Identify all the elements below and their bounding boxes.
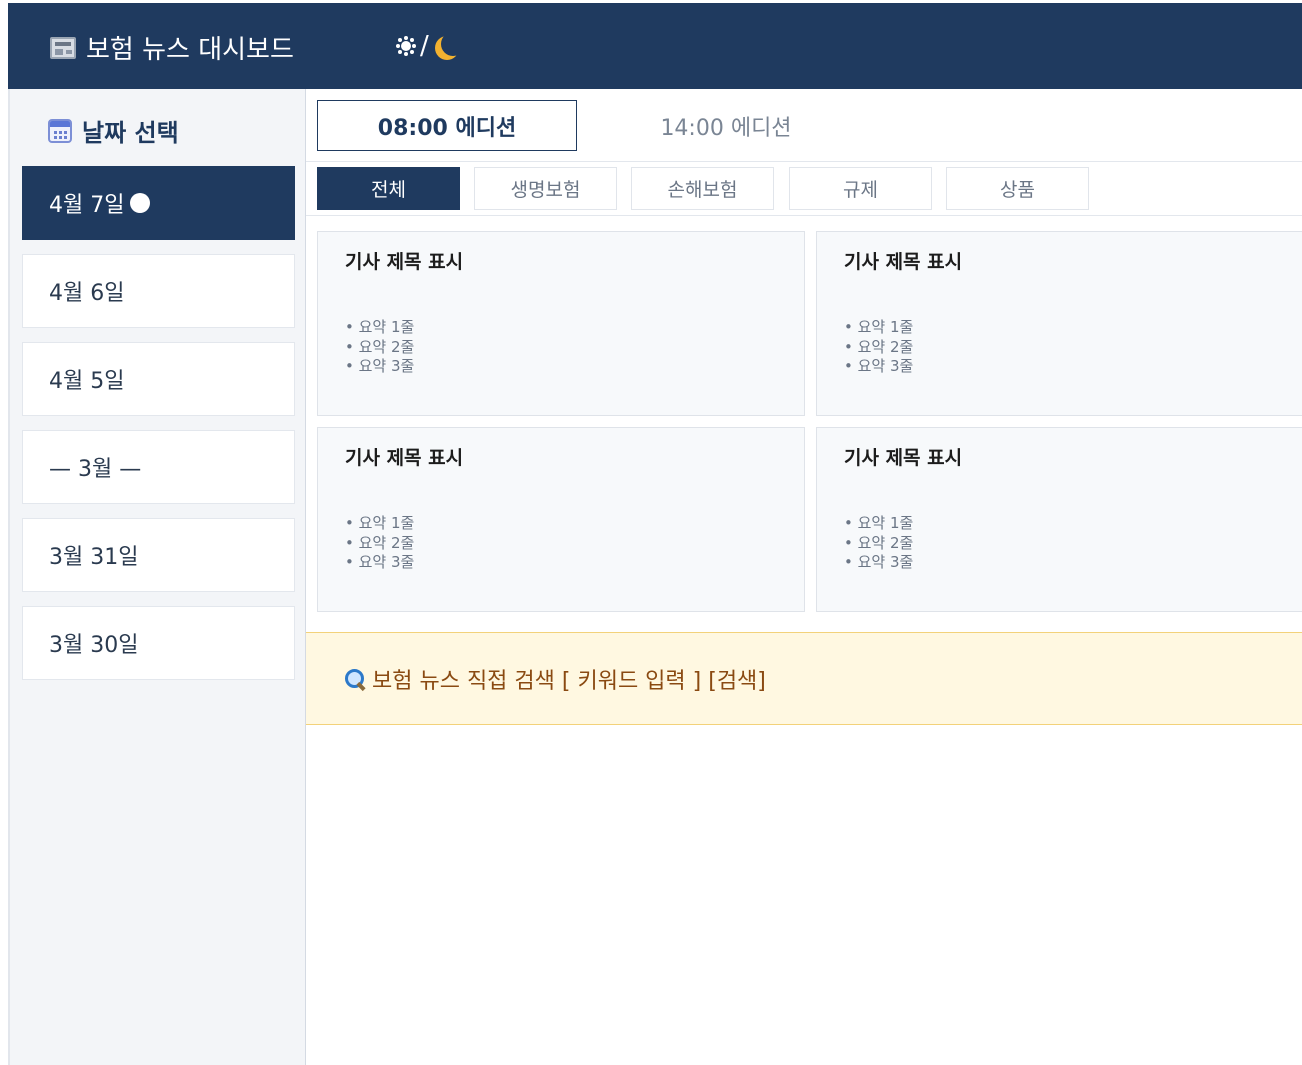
date-item-label: 3월 31일 bbox=[49, 545, 139, 570]
summary-line: • 요약 2줄 bbox=[345, 337, 415, 356]
summary-line: • 요약 2줄 bbox=[844, 337, 914, 356]
date-item-apr-6[interactable]: 4월 6일 bbox=[22, 254, 295, 328]
search-icon bbox=[344, 668, 366, 690]
date-item-label: 4월 7일 bbox=[49, 193, 125, 218]
summary-line: • 요약 3줄 bbox=[345, 553, 415, 571]
calendar-icon bbox=[48, 118, 72, 143]
date-item-label: 4월 6일 bbox=[49, 281, 125, 306]
search-bar[interactable]: 보험 뉴스 직접 검색 [ 키워드 입력 ] [검색] bbox=[306, 632, 1302, 725]
edition-1400-button[interactable]: 14:00 에디션 bbox=[596, 100, 856, 151]
sidebar-title: 날짜 선택 bbox=[82, 119, 179, 147]
news-card-title: 기사 제목 표시 bbox=[345, 251, 464, 273]
news-card[interactable]: 기사 제목 표시 • 요약 1줄 • 요약 2줄 • 요약 3줄 bbox=[816, 427, 1302, 612]
tab-non-life-insurance[interactable]: 손해보험 bbox=[631, 167, 774, 210]
summary-line: • 요약 1줄 bbox=[844, 514, 914, 532]
date-item-label: 4월 5일 bbox=[49, 369, 125, 394]
theme-toggle-separator: / bbox=[420, 31, 429, 61]
summary-line: • 요약 2줄 bbox=[345, 533, 415, 552]
date-item-mar-31[interactable]: 3월 31일 bbox=[22, 518, 295, 592]
news-card[interactable]: 기사 제목 표시 • 요약 1줄 • 요약 2줄 • 요약 3줄 bbox=[317, 231, 805, 416]
theme-toggle[interactable]: / bbox=[396, 31, 457, 61]
summary-line: • 요약 1줄 bbox=[345, 514, 415, 532]
summary-line: • 요약 1줄 bbox=[345, 318, 415, 336]
main-content: 08:00 에디션 14:00 에디션 전체 생명보험 손해보험 규제 상품 기… bbox=[306, 89, 1302, 1065]
news-card-summary: • 요약 1줄 • 요약 2줄 • 요약 3줄 bbox=[844, 514, 913, 573]
news-card-summary: • 요약 1줄 • 요약 2줄 • 요약 3줄 bbox=[844, 318, 913, 377]
date-list: 4월 7일 4월 6일 4월 5일 — 3월 — 3월 31일 3월 30일 bbox=[22, 166, 295, 694]
newspaper-icon bbox=[50, 36, 76, 59]
month-divider-march: — 3월 — bbox=[22, 430, 295, 504]
category-tabs: 전체 생명보험 손해보험 규제 상품 bbox=[306, 162, 1302, 216]
app-title-text: 보험 뉴스 대시보드 bbox=[86, 35, 294, 65]
sun-icon bbox=[396, 36, 416, 56]
summary-line: • 요약 2줄 bbox=[844, 533, 914, 552]
sidebar: 날짜 선택 4월 7일 4월 6일 4월 5일 — 3월 — 3월 31일 3월… bbox=[8, 89, 306, 1065]
top-bar: 보험 뉴스 대시보드 / bbox=[8, 3, 1302, 89]
summary-line: • 요약 3줄 bbox=[345, 357, 415, 375]
current-date-dot-icon bbox=[130, 193, 151, 213]
summary-line: • 요약 1줄 bbox=[844, 318, 914, 336]
news-card-title: 기사 제목 표시 bbox=[844, 447, 963, 469]
date-item-apr-7[interactable]: 4월 7일 bbox=[22, 166, 295, 240]
news-card[interactable]: 기사 제목 표시 • 요약 1줄 • 요약 2줄 • 요약 3줄 bbox=[816, 231, 1302, 416]
date-item-mar-30[interactable]: 3월 30일 bbox=[22, 606, 295, 680]
news-card-title: 기사 제목 표시 bbox=[844, 251, 963, 273]
tab-products[interactable]: 상품 bbox=[946, 167, 1089, 210]
tab-life-insurance[interactable]: 생명보험 bbox=[474, 167, 617, 210]
moon-icon bbox=[441, 32, 465, 56]
app-frame: 보험 뉴스 대시보드 / 날짜 선택 4월 7일 4월 6일 4월 5일 — 3 bbox=[8, 3, 1302, 1065]
tab-regulation[interactable]: 규제 bbox=[789, 167, 932, 210]
edition-selector: 08:00 에디션 14:00 에디션 bbox=[306, 89, 1302, 162]
date-item-label: 3월 30일 bbox=[49, 633, 139, 658]
month-divider-label: — 3월 — bbox=[49, 457, 142, 482]
news-card[interactable]: 기사 제목 표시 • 요약 1줄 • 요약 2줄 • 요약 3줄 bbox=[317, 427, 805, 612]
news-card-title: 기사 제목 표시 bbox=[345, 447, 464, 469]
summary-line: • 요약 3줄 bbox=[844, 553, 914, 571]
news-card-summary: • 요약 1줄 • 요약 2줄 • 요약 3줄 bbox=[345, 514, 414, 573]
search-bar-text: 보험 뉴스 직접 검색 [ 키워드 입력 ] [검색] bbox=[372, 668, 766, 694]
summary-line: • 요약 3줄 bbox=[844, 357, 914, 375]
app-title: 보험 뉴스 대시보드 bbox=[50, 29, 294, 66]
news-card-summary: • 요약 1줄 • 요약 2줄 • 요약 3줄 bbox=[345, 318, 414, 377]
edition-0800-button[interactable]: 08:00 에디션 bbox=[317, 100, 577, 151]
tab-all[interactable]: 전체 bbox=[317, 167, 460, 210]
sidebar-header: 날짜 선택 bbox=[48, 113, 179, 148]
date-item-apr-5[interactable]: 4월 5일 bbox=[22, 342, 295, 416]
